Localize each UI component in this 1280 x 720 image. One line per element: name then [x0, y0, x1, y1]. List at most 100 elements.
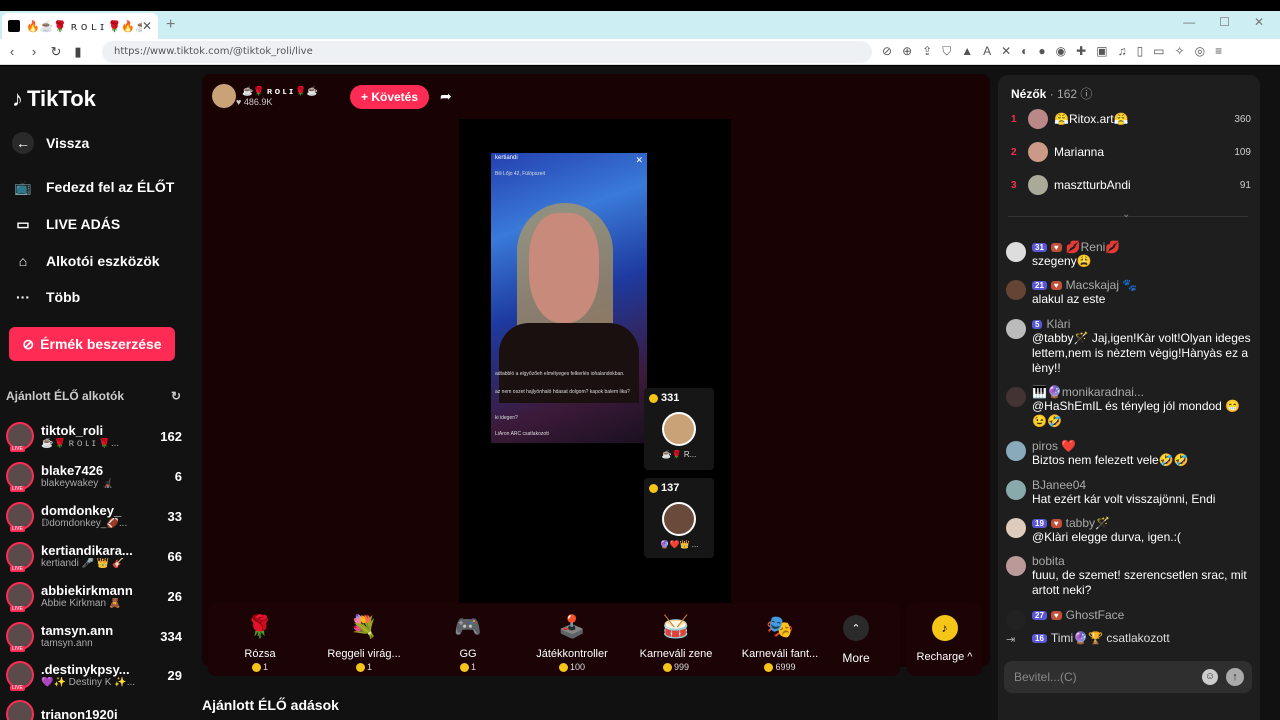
new-tab-button[interactable]: + [166, 16, 175, 34]
address-bar-row: ‹ › ↻ ▮ https://www.tiktok.com/@tiktok_r… [0, 39, 1280, 65]
gift-bar: 🌹 Rózsa 1 💐 Reggeli virág... 1 🎮 GG 1 🕹️… [208, 603, 900, 676]
send-icon[interactable]: ↑ [1226, 668, 1244, 686]
back-icon[interactable]: ‹ [2, 44, 22, 59]
recommended-creators-header: Ajánlott ÉLŐ alkotók ↻ [6, 389, 181, 403]
gift-gg[interactable]: 🎮 GG 1 [416, 603, 520, 676]
guest-avatar [662, 502, 696, 536]
zoom-icon[interactable]: ⊕ [902, 44, 912, 59]
chevron-down-icon[interactable]: ⌄ [1122, 209, 1130, 220]
tiktok-logo[interactable]: ♪ TikTok [12, 86, 96, 112]
chat-username[interactable]: Macskajaj 🐾 [1066, 278, 1138, 292]
nav-live[interactable]: ▭ LIVE ADÁS [12, 213, 120, 235]
close-window-icon[interactable]: ✕ [1254, 15, 1264, 29]
nav-more-label: Több [46, 289, 81, 305]
menu-icon[interactable]: ≡ [1215, 44, 1222, 59]
avatar[interactable] [1006, 242, 1026, 262]
chat-join-message: ⇥ 16 Timi🔮🏆 csatlakozott [1006, 631, 1252, 653]
extension-icon[interactable]: ◉ [1056, 44, 1066, 59]
bookmark-icon[interactable]: ▮ [68, 44, 88, 60]
creator-viewers: 29 [167, 667, 182, 683]
vpn-icon[interactable]: ◎ [1195, 44, 1205, 59]
avatar[interactable] [1006, 518, 1026, 538]
reload-icon[interactable]: ↻ [46, 44, 66, 60]
sidebar-icon[interactable]: ▯ [1137, 44, 1144, 59]
gift-carnival-fantasy[interactable]: 🎭 Karneváli fant... 6999 [728, 603, 832, 676]
extension-icon[interactable]: ⊘ [882, 44, 892, 59]
share-icon[interactable]: ⇪ [922, 44, 932, 59]
url-field[interactable]: https://www.tiktok.com/@tiktok_roli/live [102, 40, 872, 63]
extension-icon[interactable]: ▲ [961, 44, 973, 59]
emoji-icon[interactable]: ☺ [1202, 669, 1218, 685]
top-viewer-row[interactable]: 2 Marianna 109 [1011, 140, 1251, 164]
top-viewer-row[interactable]: 1 😤Ritox.art😤 360 [1011, 107, 1251, 131]
chat-username[interactable]: GhostFace [1066, 608, 1125, 622]
creator-item[interactable]: LIVE trianon1920i [6, 696, 182, 720]
wallet-icon[interactable]: ▭ [1153, 44, 1164, 59]
sparkle-icon[interactable]: ✧ [1175, 44, 1185, 59]
get-coins-button[interactable]: ⊘ Érmék beszerzése [9, 327, 175, 361]
creator-item[interactable]: LIVE .destinykpsy... 💜✨ Destiny K ✨... 29 [6, 657, 182, 693]
chat-username[interactable]: BJanee04 [1032, 478, 1086, 492]
gift-rose[interactable]: 🌹 Rózsa 1 [208, 603, 312, 676]
creator-item[interactable]: LIVE abbiekirkmann Abbie Kirkman 🧸 26 [6, 578, 182, 614]
creator-sub: ☕️🌹 ʀ ᴏ ʟ ɪ 🌹... [41, 438, 120, 449]
refresh-icon[interactable]: ↻ [171, 389, 181, 403]
extension-icon[interactable]: ✕ [1001, 44, 1011, 59]
help-icon[interactable]: ⓘ [1080, 87, 1092, 101]
nav-creator-tools[interactable]: ⌂ Alkotói eszközök [12, 250, 160, 272]
browser-tab[interactable]: 🔥☕️🌹 ʀ ᴏ ʟ ɪ 🌹🔥☕️ (@t ✕ [2, 13, 158, 39]
extension-icon[interactable]: ◐ [1021, 44, 1028, 59]
share-icon[interactable]: ➦ [440, 88, 452, 105]
nav-live-label: LIVE ADÁS [46, 216, 121, 232]
recharge-button[interactable]: ♪ Recharge ^ [907, 603, 982, 676]
creator-item[interactable]: LIVE blake7426 blakeywakey 🦼 6 [6, 458, 182, 494]
chat-username[interactable]: 💋Reni💋 [1066, 240, 1121, 254]
nav-explore-live[interactable]: 📺 Fedezd fel az ÉLŐT [12, 176, 174, 198]
gift-carnival-music[interactable]: 🥁 Karneváli zene 999 [624, 603, 728, 676]
avatar[interactable] [1006, 387, 1026, 407]
nav-back[interactable]: ← Vissza [12, 132, 89, 154]
chat-username[interactable]: tabby🪄 [1066, 516, 1110, 530]
avatar[interactable] [1006, 441, 1026, 461]
camera-icon: ▭ [16, 215, 30, 232]
chat-username[interactable]: bobita [1032, 554, 1065, 568]
coin-icon [558, 662, 568, 672]
viewers-header[interactable]: Nézők · 162 ⓘ [1011, 85, 1092, 102]
extension-icon[interactable]: ▣ [1096, 44, 1107, 59]
chat-username[interactable]: 🎹🔮monikaradnai... [1032, 385, 1144, 399]
creator-item[interactable]: LIVE kertiandikara... kertiandi 🎤 👑 🎸 66 [6, 538, 182, 574]
avatar [1028, 109, 1048, 129]
chat-username[interactable]: Klàri [1046, 317, 1070, 331]
host-likes: ♥ 486.9K [236, 96, 273, 107]
translate-icon[interactable]: A [983, 44, 991, 59]
host-info[interactable]: ☕️🌹 ʀ ᴏ ʟ ɪ 🌹☕️ ♥ 486.9K [212, 84, 318, 108]
guest-tile[interactable]: 137 🔮❤️👑 ... [644, 478, 714, 558]
gift-controller[interactable]: 🕹️ Játékkontroller 100 [520, 603, 624, 676]
creator-item[interactable]: LIVE tiktok_roli ☕️🌹 ʀ ᴏ ʟ ɪ 🌹... 162 [6, 418, 182, 454]
creator-item[interactable]: LIVE domdonkey_ 𝔻domdonkey_🏈... 33 [6, 498, 182, 534]
avatar[interactable] [1006, 556, 1026, 576]
chat-input[interactable]: Bevitel...(C) ☺ ↑ [1004, 661, 1252, 693]
avatar[interactable] [1006, 280, 1026, 300]
more-gifts-button[interactable]: ⌃ More [832, 603, 880, 665]
close-tab-icon[interactable]: ✕ [142, 19, 152, 33]
creator-name: blake7426 [41, 463, 104, 478]
guest-tile[interactable]: 331 ☕️🌹 R... [644, 388, 714, 470]
puzzle-icon[interactable]: ✚ [1076, 44, 1086, 59]
nav-more[interactable]: ··· Több [12, 286, 80, 308]
top-viewer-row[interactable]: 3 masztturbAndi 91 [1011, 173, 1251, 197]
creator-item[interactable]: LIVE tamsyn.ann tamsyn.ann 334 [6, 618, 182, 654]
gift-morning-flower[interactable]: 💐 Reggeli virág... 1 [312, 603, 416, 676]
avatar[interactable] [1006, 480, 1026, 500]
maximize-icon[interactable]: ☐ [1219, 15, 1230, 29]
avatar[interactable] [1006, 319, 1026, 339]
music-icon[interactable]: ♫ [1118, 44, 1127, 59]
follow-button[interactable]: + Követés [350, 85, 430, 109]
forward-icon[interactable]: › [24, 44, 44, 59]
chat-username[interactable]: piros ❤️ [1032, 439, 1076, 453]
shield-icon[interactable]: ⛉ [942, 44, 951, 59]
avatar[interactable] [1006, 610, 1026, 630]
extension-icon[interactable]: ● [1038, 44, 1045, 59]
window-controls: — ☐ ✕ [1183, 15, 1264, 29]
minimize-icon[interactable]: — [1183, 15, 1195, 29]
